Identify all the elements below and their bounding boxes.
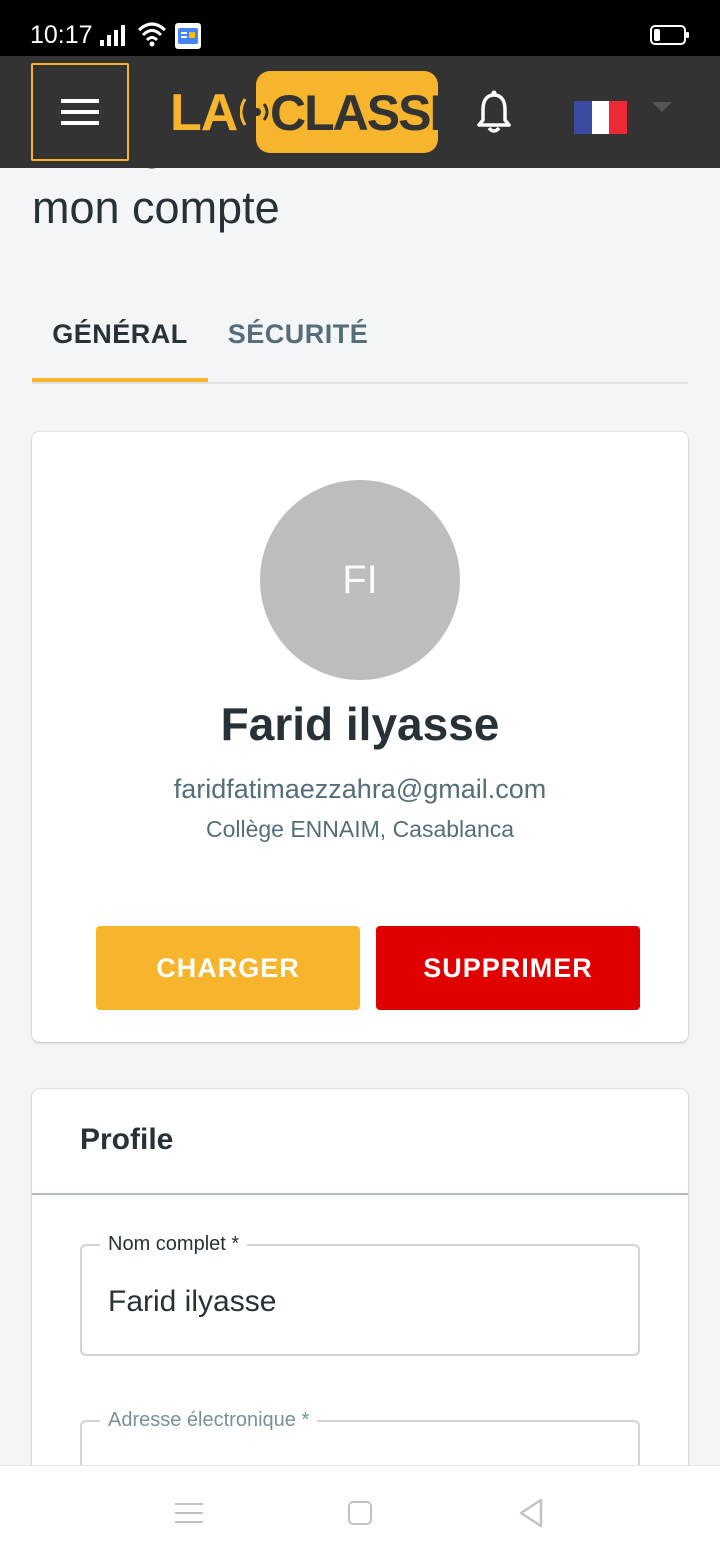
- home-icon[interactable]: [348, 1501, 372, 1525]
- user-school: Collège ENNAIM, Casablanca: [205, 816, 515, 842]
- back-icon[interactable]: [518, 1498, 544, 1528]
- recent-apps-icon[interactable]: [175, 1502, 203, 1524]
- signal-icon: [100, 25, 125, 46]
- status-time: 10:17: [30, 21, 93, 49]
- status-bar: 10:17: [0, 0, 720, 56]
- battery-icon: [650, 25, 689, 45]
- app-logo[interactable]: LA CLASSE: [170, 71, 463, 153]
- france-flag-icon[interactable]: [574, 101, 628, 134]
- menu-button[interactable]: [31, 63, 129, 161]
- app-bar: LA CLASSE: [0, 56, 720, 168]
- user-card: FI Farid ilyasse faridfatimaezzahra@gmai…: [32, 432, 688, 1042]
- tab-security[interactable]: SÉCURITÉ: [208, 286, 388, 382]
- tab-active-indicator: [32, 378, 208, 382]
- hamburger-icon: [61, 99, 99, 125]
- news-app-icon: [175, 23, 201, 49]
- profile-card-header: Profile: [32, 1089, 688, 1195]
- delete-photo-button[interactable]: SUPPRIMER: [376, 926, 640, 1010]
- account-tabs: GÉNÉRAL SÉCURITÉ: [32, 286, 688, 384]
- tab-general[interactable]: GÉNÉRAL: [32, 286, 208, 382]
- wifi-icon: [137, 22, 167, 47]
- broadcast-icon: [240, 98, 269, 126]
- full-name-field[interactable]: Nom complet * Farid ilyasse: [80, 1231, 640, 1356]
- profile-card: Profile Nom complet * Farid ilyasse Adre…: [32, 1089, 688, 1532]
- upload-photo-button[interactable]: CHARGER: [96, 926, 360, 1010]
- system-nav-bar: [0, 1465, 720, 1560]
- user-email: faridfatimaezzahra@gmail.com: [173, 774, 547, 804]
- avatar: FI: [260, 480, 460, 680]
- user-name: Farid ilyasse: [220, 698, 500, 750]
- profile-card-title: Profile: [80, 1123, 174, 1156]
- chevron-down-icon[interactable]: [652, 102, 672, 114]
- email-label: Adresse électronique *: [100, 1407, 318, 1433]
- logo-classe: CLASSE: [270, 85, 463, 141]
- full-name-label: Nom complet *: [100, 1231, 248, 1257]
- logo-la: LA: [170, 84, 238, 142]
- notification-bell-icon[interactable]: [475, 90, 513, 134]
- full-name-value[interactable]: Farid ilyasse: [108, 1282, 276, 1322]
